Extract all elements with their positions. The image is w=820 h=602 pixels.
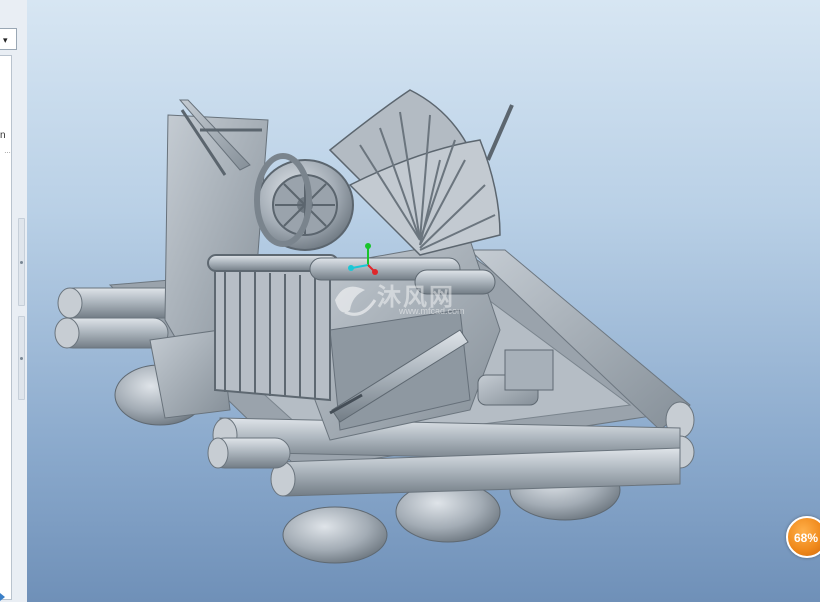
view-dropdown[interactable]: ▾ [0, 28, 17, 50]
flywheel [254, 153, 354, 251]
grip-dot-icon [20, 357, 23, 360]
model-tree-panel: ▾ n … [0, 0, 28, 602]
grip-dot-icon [20, 261, 23, 264]
panel-splitter-handle[interactable] [18, 218, 25, 306]
tree-item-label[interactable]: n [0, 130, 6, 141]
zoom-level-label: 68% [794, 531, 819, 545]
model-tree[interactable]: n … [0, 55, 12, 600]
3d-viewport[interactable]: 沐风网 www.mfcad.com [27, 0, 820, 602]
panel-splitter-handle[interactable] [18, 316, 25, 400]
tree-item-sublabel: … [4, 148, 11, 155]
zoom-level-badge[interactable]: 68% [786, 516, 820, 558]
pontoon-front [207, 417, 681, 497]
watermark-url: www.mfcad.com [399, 306, 465, 316]
chevron-down-icon[interactable]: ▾ [3, 35, 8, 46]
expand-arrow-icon[interactable] [0, 593, 5, 601]
fan-sieve [328, 89, 514, 256]
